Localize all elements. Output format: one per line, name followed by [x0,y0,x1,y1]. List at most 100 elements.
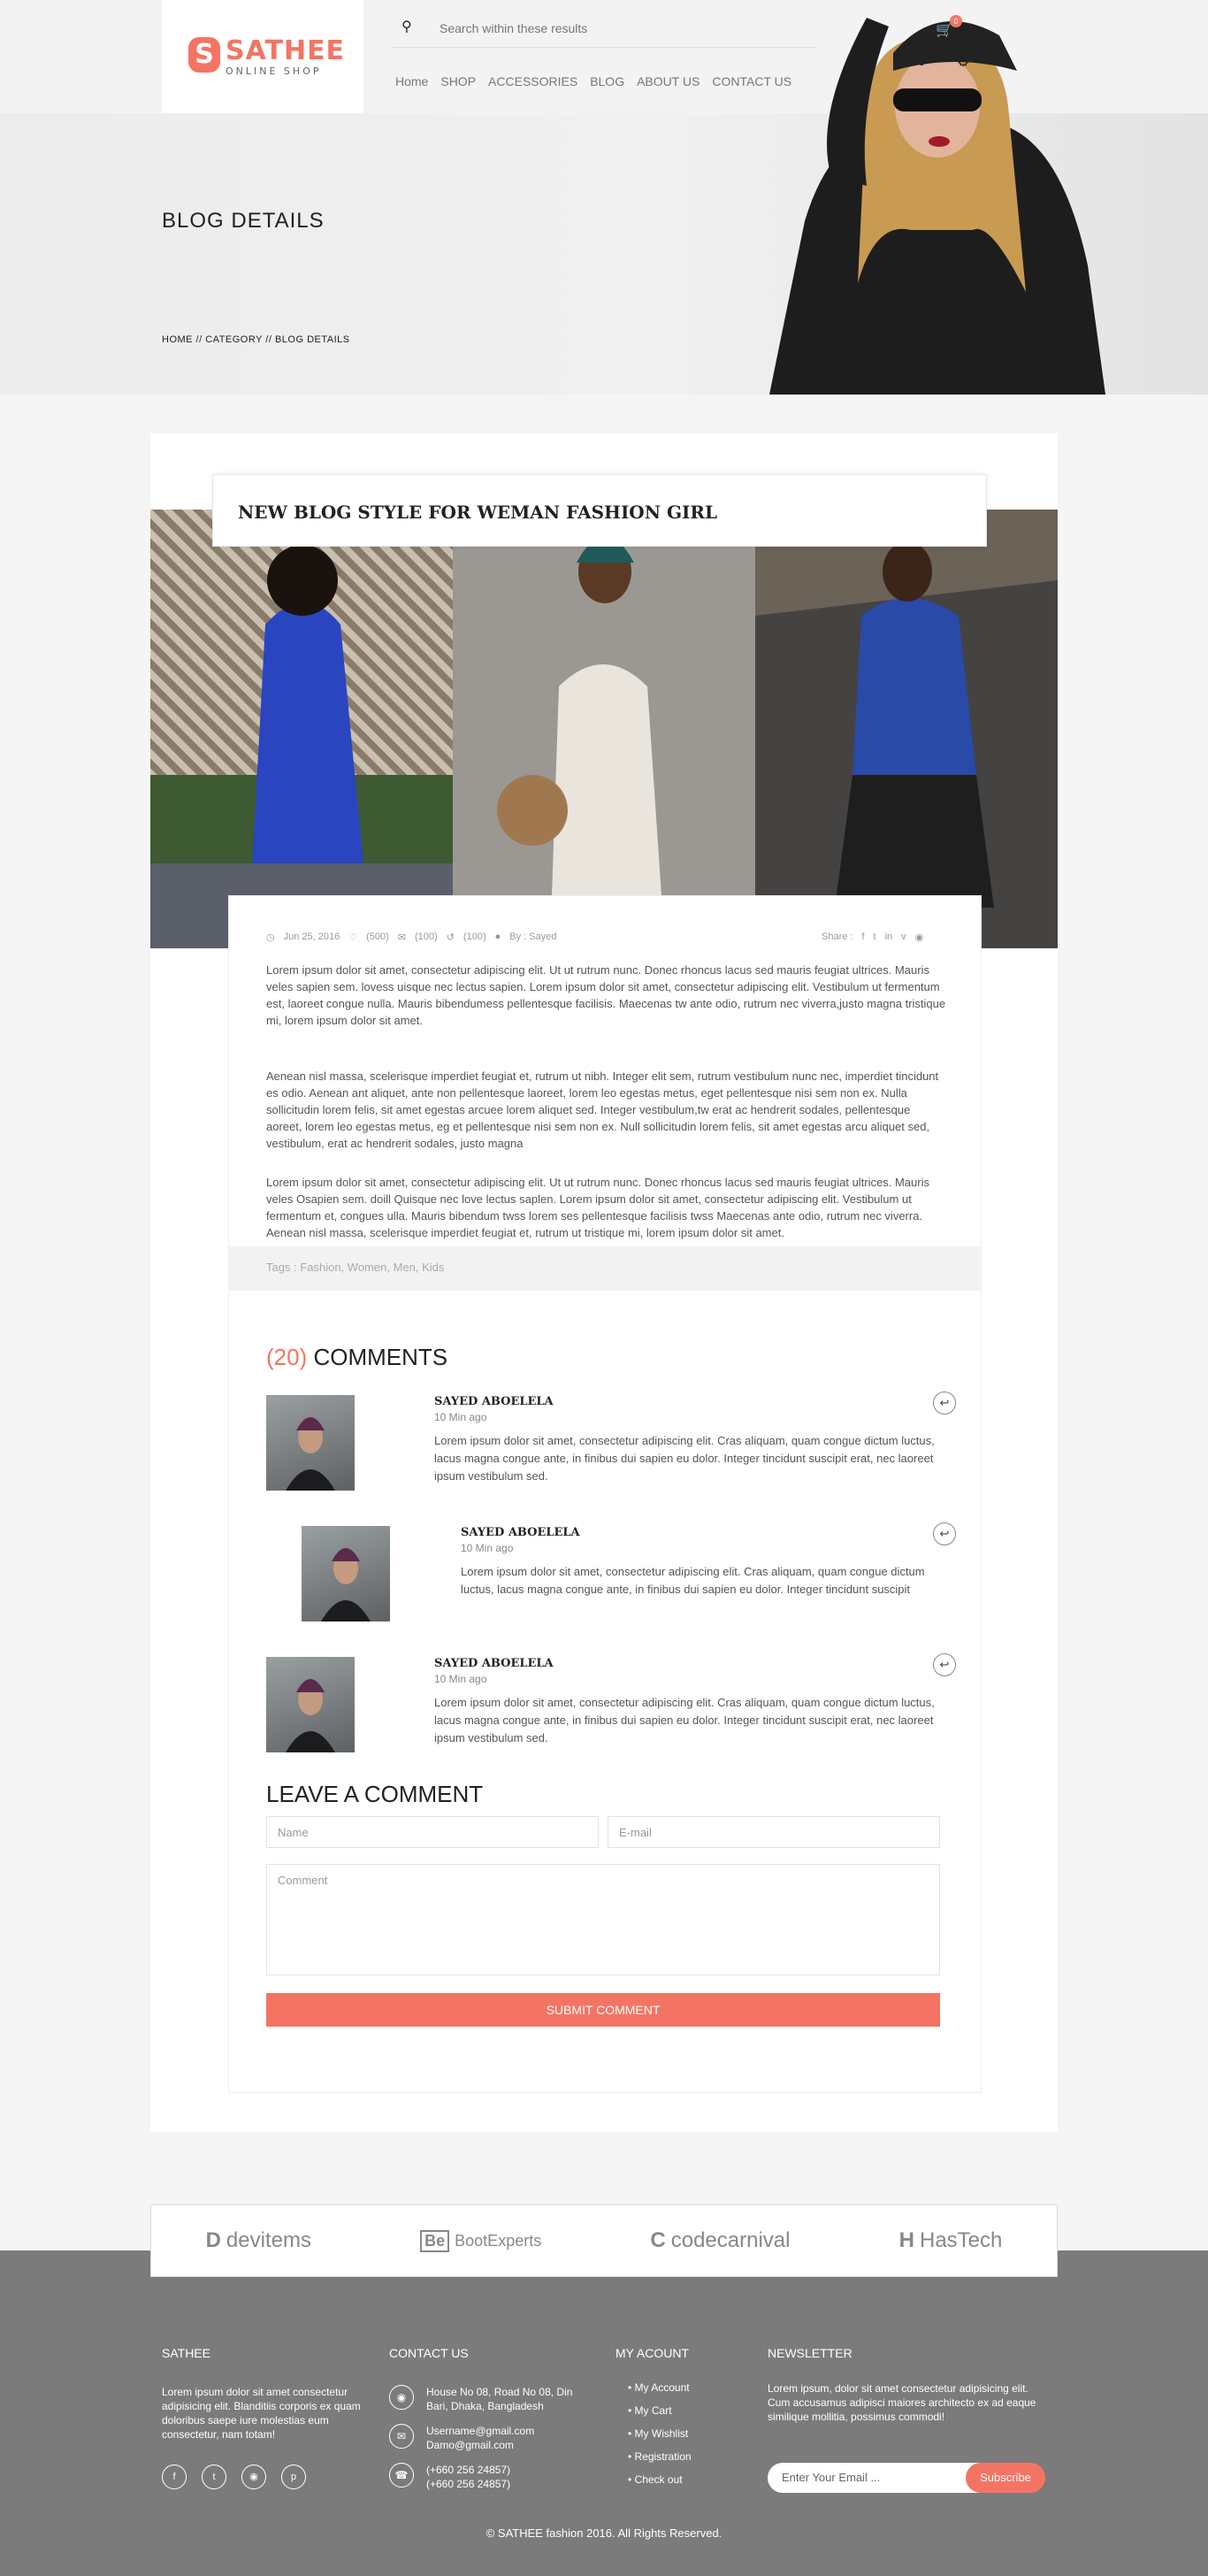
reply-icon[interactable]: ↩ [933,1522,956,1545]
facebook-icon[interactable]: f [162,2465,187,2489]
nav-blog[interactable]: BLOG [590,74,624,88]
avatar [302,1526,390,1622]
nav-home[interactable]: Home [395,74,428,88]
footer-account-title: MY ACOUNT [615,2346,689,2360]
name-field[interactable]: Name [266,1816,599,1848]
dribbble-icon[interactable]: ◉ [915,932,924,943]
comment-time: 10 Min ago [434,1411,487,1423]
footer-link-my-cart[interactable]: • My Cart [628,2404,672,2417]
site-footer: SATHEE Lorem ipsum dolor sit amet consec… [0,2250,1208,2576]
brand-name: BootExperts [455,2231,542,2250]
brand-name: devitems [226,2228,311,2252]
email-field[interactable]: E-mail [608,1816,940,1848]
footer-about-text: Lorem ipsum dolor sit amet consectetur a… [162,2386,361,2441]
comment-author: SAYED ABOELELA [434,1657,554,1670]
heart-icon[interactable]: ♡ [348,932,357,943]
share-links: Share : f t in v ◉ [822,932,923,943]
phone-icon: ☎ [389,2463,414,2488]
comments-count: (100) [415,932,438,942]
page-title: BLOG DETAILS [162,209,325,233]
reply-icon[interactable]: ↩ [933,1392,956,1414]
gear-icon[interactable]: ⚙ [957,53,969,71]
brand-logo-hastech[interactable]: H HasTech [899,2228,1003,2253]
reply-icon[interactable]: ↩ [933,1653,956,1676]
post-paragraph: Lorem ipsum dolor sit amet, consectetur … [266,963,946,1027]
comments-total: (20) [266,1344,308,1370]
copyright: © SATHEE fashion 2016. All Rights Reserv… [485,2526,723,2540]
user-icon[interactable]: ● [918,55,925,69]
nav-about-us[interactable]: ABOUT US [637,74,700,88]
footer-link-label: Registration [634,2450,692,2463]
brand-mark: C [650,2228,666,2252]
post-paragraph: Lorem ipsum dolor sit amet, consectetur … [266,1176,929,1239]
footer-link-label: My Wishlist [634,2427,689,2440]
main-nav: Home SHOP ACCESSORIES BLOG ABOUT US CONT… [395,74,791,88]
author-icon: ● [494,932,501,942]
logo-mark: S [188,37,220,73]
footer-link-label: Check out [634,2473,683,2486]
comment-time: 10 Min ago [461,1542,514,1554]
page-banner: BLOG DETAILS HOME // CATEGORY // BLOG DE… [0,18,1208,395]
post-author: By : Sayed [509,932,557,942]
pinterest-icon[interactable]: p [281,2465,306,2489]
brand-logos: Ddevitems Be BootExperts Ccodecarnival HH… [150,2204,1058,2277]
comment-text: Lorem ipsum dolor sit amet, consectetur … [434,1696,935,1744]
avatar [266,1395,355,1491]
nav-shop[interactable]: SHOP [440,74,476,88]
comment-text: Lorem ipsum dolor sit amet, consectetur … [461,1565,925,1596]
shares-count: (100) [463,932,486,942]
post-paragraph: Aenean nisl massa, scelerisque imperdiet… [266,1070,939,1150]
brand-name: HasTech [920,2228,1003,2252]
post-title: NEW BLOG STYLE FOR WEMAN FASHION GIRL [238,502,718,523]
facebook-icon[interactable]: f [861,932,864,943]
comment-textarea[interactable]: Comment [266,1864,940,1975]
footer-link-my-wishlist[interactable]: • My Wishlist [628,2427,688,2440]
post-meta: ◷ Jun 25, 2016 ♡ (500) ✉ (100) ↺ (100) ●… [266,932,556,943]
comment-text: Lorem ipsum dolor sit amet, consectetur … [434,1434,935,1483]
gallery-photo-3[interactable] [755,510,1058,948]
footer-emails[interactable]: Username@gmail.com Damo@gmail.com [426,2424,534,2452]
clock-icon: ◷ [266,932,275,943]
brand-logo-codecarnival[interactable]: Ccodecarnival [650,2228,790,2253]
comment-author: SAYED ABOELELA [461,1526,580,1539]
comments-heading-label: COMMENTS [313,1344,448,1370]
post-date: Jun 25, 2016 [283,932,340,942]
tags-list[interactable]: Fashion, Women, Men, Kids [300,1261,444,1274]
dribbble-icon[interactable]: ◉ [241,2465,266,2489]
subscribe-button[interactable]: Subscribe [966,2463,1045,2493]
twitter-icon[interactable]: t [202,2465,226,2489]
search-icon[interactable]: ⚲ [401,18,412,35]
footer-newsletter-title: NEWSLETTER [768,2346,852,2360]
footer-newsletter-text: Lorem ipsum, dolor sit amet consectetur … [768,2382,1036,2423]
footer-link-my-account[interactable]: • My Account [628,2381,690,2394]
vimeo-icon[interactable]: v [901,932,906,943]
breadcrumb[interactable]: HOME // CATEGORY // BLOG DETAILS [162,334,350,345]
avatar [266,1657,355,1752]
linkedin-icon[interactable]: in [885,932,893,943]
brand-mark: Be [420,2229,450,2252]
location-icon: ◉ [389,2385,414,2410]
brand-logo-devitems[interactable]: Ddevitems [206,2228,311,2253]
post-gallery [150,510,1058,948]
brand-logo-bootexperts[interactable]: Be BootExperts [420,2229,542,2252]
logo[interactable]: S SATHEE ONLINE SHOP [162,0,363,113]
gallery-photo-1[interactable] [150,510,453,948]
logo-subtitle: ONLINE SHOP [226,65,322,77]
blog-post-card: NEW BLOG STYLE FOR WEMAN FASHION GIRL ◷ … [150,433,1058,2132]
leave-comment-heading: LEAVE A COMMENT [266,1781,484,1807]
nav-accessories[interactable]: ACCESSORIES [488,74,577,88]
twitter-icon[interactable]: t [874,932,876,943]
footer-link-registration[interactable]: • Registration [628,2450,692,2463]
footer-address: House No 08, Road No 08, Din Bari, Dhaka… [426,2386,573,2412]
gallery-photo-2[interactable] [453,510,755,948]
footer-link-label: My Account [634,2381,690,2394]
share-label: Share : [822,932,853,942]
comment-time: 10 Min ago [434,1673,487,1685]
submit-comment-button[interactable]: SUBMIT COMMENT [266,1993,940,2027]
share-icon: ↺ [446,932,455,943]
mail-icon: ✉ [389,2424,414,2449]
comment-author: SAYED ABOELELA [434,1395,554,1408]
brand-mark: H [898,2228,914,2252]
comment-icon: ✉ [397,932,407,943]
footer-link-check-out[interactable]: • Check out [628,2473,683,2486]
